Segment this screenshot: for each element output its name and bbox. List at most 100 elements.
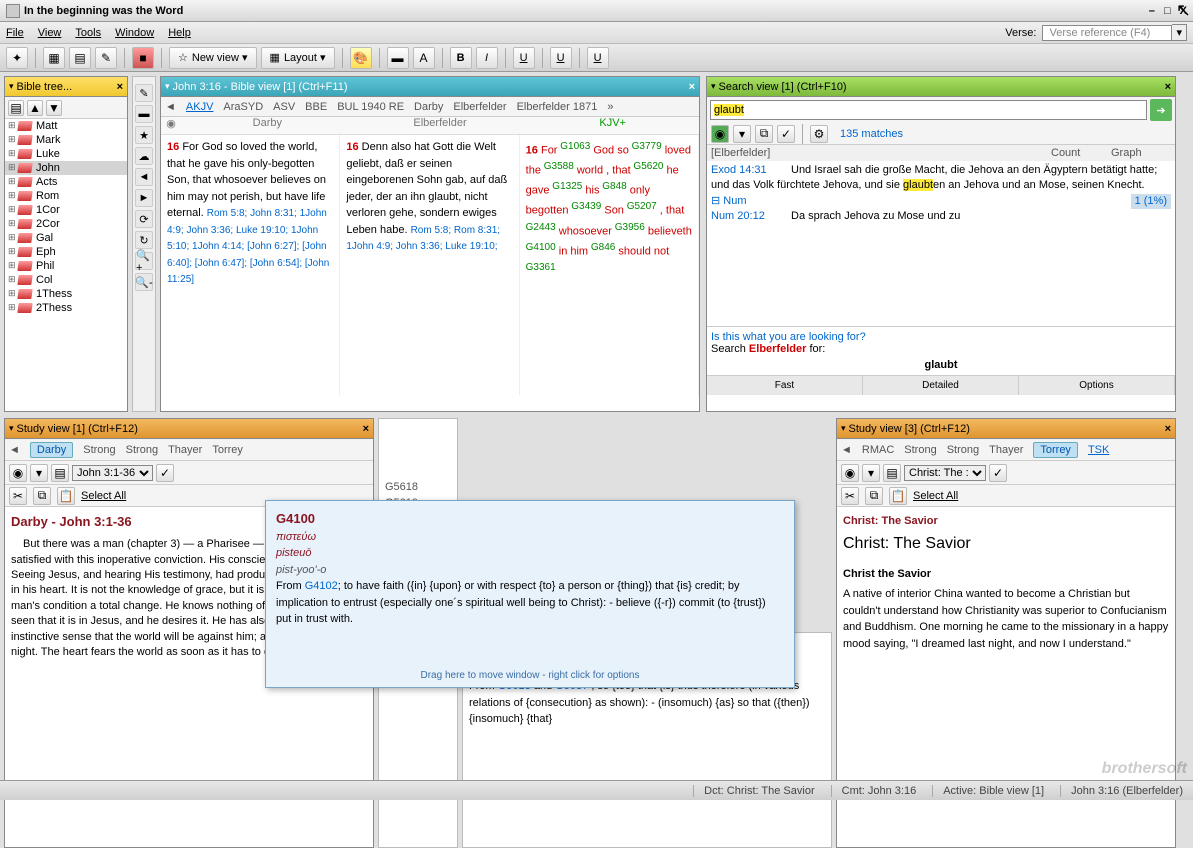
tab-nav-back[interactable]: ◄ xyxy=(841,444,852,456)
tree-item-mark[interactable]: ⊞Mark xyxy=(5,133,127,147)
tree-item-gal[interactable]: ⊞Gal xyxy=(5,231,127,245)
tab-thayer[interactable]: Thayer xyxy=(989,444,1023,456)
vtool-pen-icon[interactable]: ✎ xyxy=(135,84,153,102)
study-opt-icon[interactable]: ▾ xyxy=(862,464,880,482)
vtool-zoom-in-icon[interactable]: 🔍+ xyxy=(135,252,153,270)
menu-file[interactable]: File xyxy=(6,27,24,39)
version-tab[interactable]: Darby xyxy=(414,101,443,113)
tool-highlight[interactable]: ▬ xyxy=(387,47,409,69)
close-icon[interactable]: × xyxy=(363,423,369,435)
study-mark-icon[interactable]: ✓ xyxy=(156,464,174,482)
tool-palette[interactable]: 🎨 xyxy=(350,47,372,69)
strong-link[interactable]: G4102 xyxy=(305,580,338,592)
tree-item-rom[interactable]: ⊞Rom xyxy=(5,189,127,203)
collapse-icon[interactable]: ▾ xyxy=(9,81,14,92)
verse-input[interactable]: Verse reference (F4) xyxy=(1042,25,1172,41)
menu-tools[interactable]: Tools xyxy=(75,27,101,39)
close-icon[interactable]: × xyxy=(689,81,695,93)
study-opt-icon[interactable]: ▾ xyxy=(30,464,48,482)
tree-up-icon[interactable]: ▲ xyxy=(27,100,43,116)
tool-new[interactable]: ✦ xyxy=(6,47,28,69)
study-go-icon[interactable]: ◉ xyxy=(841,464,859,482)
new-view-button[interactable]: ☆ New view ▾ xyxy=(169,47,257,69)
tab-darby[interactable]: Darby xyxy=(30,442,73,458)
vtool-back-icon[interactable]: ◄ xyxy=(135,168,153,186)
study-book-icon[interactable]: ▤ xyxy=(51,464,69,482)
nav-back-icon[interactable]: ◄ xyxy=(165,101,176,113)
tree-item-acts[interactable]: ⊞Acts xyxy=(5,175,127,189)
tool-italic[interactable]: I xyxy=(476,47,498,69)
tab-rmac[interactable]: RMAC xyxy=(862,444,894,456)
vtool-zoom-out-icon[interactable]: 🔍- xyxy=(135,273,153,291)
cross-references[interactable]: Rom 5:8; John 8:31; 1John 4:9; John 3:36… xyxy=(167,208,329,285)
verse-dropdown-icon[interactable]: ▾ xyxy=(1172,24,1187,41)
tab-fast[interactable]: Fast xyxy=(707,376,863,395)
search-go-button[interactable]: ➔ xyxy=(1150,99,1172,121)
vtool-fwd-icon[interactable]: ► xyxy=(135,189,153,207)
study-mark-icon[interactable]: ✓ xyxy=(989,464,1007,482)
study-left-dropdown[interactable]: John 3:1-36 xyxy=(72,465,153,481)
tree-item-2thess[interactable]: ⊞2Thess xyxy=(5,301,127,315)
menu-view[interactable]: View xyxy=(38,27,62,39)
copy-icon[interactable]: ⧉ xyxy=(33,487,51,505)
search-result[interactable]: ⊟ Num1 (1%) xyxy=(711,194,1171,209)
menu-window[interactable]: Window xyxy=(115,27,154,39)
version-tab[interactable]: Elberfelder xyxy=(453,101,506,113)
collapse-icon[interactable]: ▾ xyxy=(711,81,716,92)
search-filter-icon[interactable]: ⚙ xyxy=(810,125,828,143)
version-tab[interactable]: Elberfelder 1871 xyxy=(517,101,598,113)
tree-item-1cor[interactable]: ⊞1Cor xyxy=(5,203,127,217)
tab-options[interactable]: Options xyxy=(1019,376,1175,395)
tree-item-2cor[interactable]: ⊞2Cor xyxy=(5,217,127,231)
tree-item-phil[interactable]: ⊞Phil xyxy=(5,259,127,273)
study-go-icon[interactable]: ◉ xyxy=(9,464,27,482)
cut-icon[interactable]: ✂ xyxy=(9,487,27,505)
tab-thayer[interactable]: Thayer xyxy=(168,444,202,456)
search-result[interactable]: Exod 14:31Und Israel sah die große Macht… xyxy=(711,163,1171,194)
search-copy-icon[interactable]: ⧉ xyxy=(755,125,773,143)
more-icon[interactable]: » xyxy=(607,101,613,113)
version-tab[interactable]: ASV xyxy=(273,101,295,113)
version-tab[interactable]: BBE xyxy=(305,101,327,113)
paste-icon[interactable]: 📋 xyxy=(889,487,907,505)
vtool-sync-icon[interactable]: ⟳ xyxy=(135,210,153,228)
search-mark-icon[interactable]: ✓ xyxy=(777,125,795,143)
tool-grid[interactable]: ▦ xyxy=(43,47,65,69)
close-icon[interactable]: × xyxy=(117,81,123,93)
tool-color[interactable]: ■ xyxy=(132,47,154,69)
tab-nav-back[interactable]: ◄ xyxy=(9,444,20,456)
tab-strong[interactable]: Strong xyxy=(83,444,115,456)
vtool-refresh-icon[interactable]: ↻ xyxy=(135,231,153,249)
study-right-dropdown[interactable]: Christ: The : xyxy=(904,465,986,481)
search-result[interactable]: Num 20:12Da sprach Jehova zu Mose und zu xyxy=(711,209,1171,224)
copy-icon[interactable]: ⧉ xyxy=(865,487,883,505)
tab-torrey[interactable]: Torrey xyxy=(1033,442,1078,458)
lexicon-popup[interactable]: G4100 πιστεύω pisteuō pist-yoo'-o From G… xyxy=(265,500,795,688)
strongs-item[interactable]: G5618 xyxy=(379,479,457,495)
vtool-star-icon[interactable]: ★ xyxy=(135,126,153,144)
close-icon[interactable]: × xyxy=(1165,81,1171,93)
nav-go-icon[interactable]: ◉ xyxy=(161,117,181,134)
version-tab[interactable]: BUL 1940 RE xyxy=(337,101,404,113)
search-input[interactable]: glaubt xyxy=(710,100,1147,120)
tab-strong[interactable]: Strong xyxy=(904,444,936,456)
tree-item-john[interactable]: ⊞John xyxy=(5,161,127,175)
tab-torrey[interactable]: Torrey xyxy=(212,444,243,456)
tree-down-icon[interactable]: ▼ xyxy=(46,100,62,116)
tab-detailed[interactable]: Detailed xyxy=(863,376,1019,395)
collapse-icon[interactable]: ▾ xyxy=(165,81,170,92)
select-all-link[interactable]: Select All xyxy=(81,490,126,502)
study-book-icon[interactable]: ▤ xyxy=(883,464,901,482)
menu-help[interactable]: Help xyxy=(168,27,191,39)
search-opt-icon[interactable]: ▾ xyxy=(733,125,751,143)
tree-item-matt[interactable]: ⊞Matt xyxy=(5,119,127,133)
tool-edit[interactable]: ✎ xyxy=(95,47,117,69)
result-body[interactable]: Exod 14:31Und Israel sah die große Macht… xyxy=(707,161,1175,326)
paste-icon[interactable]: 📋 xyxy=(57,487,75,505)
tree-item-col[interactable]: ⊞Col xyxy=(5,273,127,287)
collapse-icon[interactable]: ▾ xyxy=(9,423,14,434)
tree-item-eph[interactable]: ⊞Eph xyxy=(5,245,127,259)
tool-bold[interactable]: B xyxy=(450,47,472,69)
tool-underline2[interactable]: U xyxy=(550,47,572,69)
search-go-icon[interactable]: ◉ xyxy=(711,125,729,143)
